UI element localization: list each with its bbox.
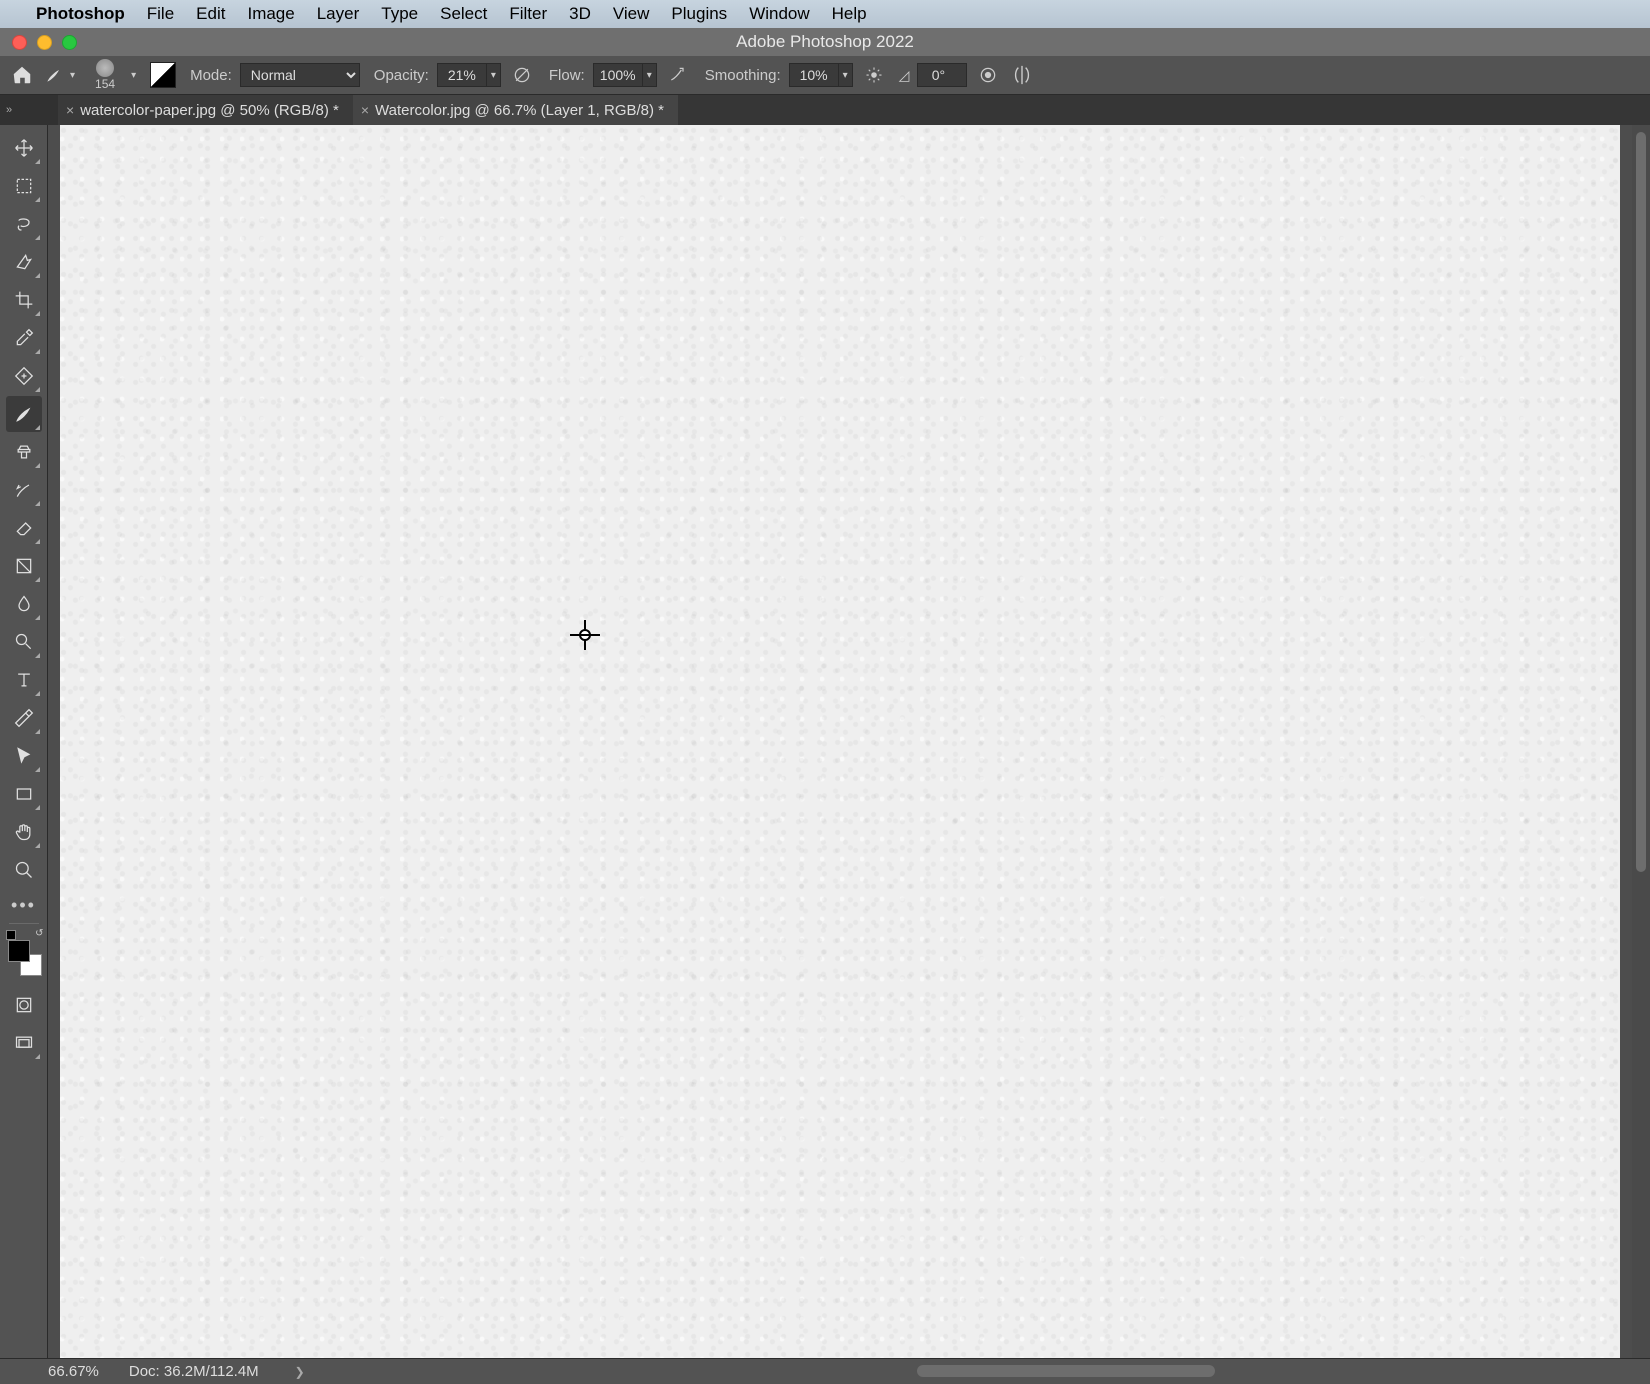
menu-image[interactable]: Image: [247, 4, 294, 24]
brush-settings-toggle[interactable]: [150, 62, 176, 88]
menu-window[interactable]: Window: [749, 4, 809, 24]
close-icon[interactable]: ×: [66, 102, 74, 118]
brush-preset-picker[interactable]: 154: [95, 59, 115, 91]
default-colors-icon[interactable]: [6, 930, 16, 940]
gradient-tool[interactable]: [6, 548, 42, 584]
opacity-field[interactable]: ▾: [437, 63, 501, 87]
smoothing-field[interactable]: ▾: [789, 63, 853, 87]
document-canvas[interactable]: [60, 125, 1620, 1358]
flow-field[interactable]: ▾: [593, 63, 657, 87]
brush-tool[interactable]: [6, 396, 42, 432]
opacity-label: Opacity:: [374, 67, 429, 84]
document-tab[interactable]: × Watercolor.jpg @ 66.7% (Layer 1, RGB/8…: [353, 95, 678, 125]
tools-panel: ••• ↺: [0, 125, 48, 1358]
zoom-level[interactable]: 66.67%: [48, 1363, 99, 1380]
history-brush-tool[interactable]: [6, 472, 42, 508]
chevron-down-icon: ▾: [70, 70, 75, 81]
type-tool[interactable]: [6, 662, 42, 698]
window-titlebar: Adobe Photoshop 2022: [0, 28, 1650, 56]
brush-size-value: 154: [95, 77, 115, 91]
menu-layer[interactable]: Layer: [317, 4, 360, 24]
eyedropper-tool[interactable]: [6, 320, 42, 356]
chevron-down-icon[interactable]: ▾: [131, 70, 136, 81]
smoothing-options-button[interactable]: [861, 62, 887, 88]
options-bar: ▾ 154 ▾ Mode: Normal Opacity: ▾ Flow: ▾ …: [0, 56, 1650, 95]
mode-label: Mode:: [190, 67, 232, 84]
panel-expand-toggle[interactable]: »: [0, 95, 18, 125]
quick-selection-tool[interactable]: [6, 244, 42, 280]
screen-mode-button[interactable]: [6, 1025, 42, 1061]
opacity-input[interactable]: [438, 67, 486, 83]
menu-select[interactable]: Select: [440, 4, 487, 24]
menu-type[interactable]: Type: [381, 4, 418, 24]
crop-tool[interactable]: [6, 282, 42, 318]
menu-edit[interactable]: Edit: [196, 4, 225, 24]
zoom-tool[interactable]: [6, 852, 42, 888]
blur-tool[interactable]: [6, 586, 42, 622]
edit-toolbar-button[interactable]: •••: [11, 891, 36, 919]
menu-plugins[interactable]: Plugins: [671, 4, 727, 24]
app-menu[interactable]: Photoshop: [36, 4, 125, 24]
blend-mode-select[interactable]: Normal: [240, 63, 360, 87]
brush-preview-icon: [96, 59, 114, 77]
smoothing-label: Smoothing:: [705, 67, 781, 84]
menu-3d[interactable]: 3D: [569, 4, 591, 24]
chevron-down-icon[interactable]: ▾: [838, 64, 852, 86]
document-tab-bar: » × watercolor-paper.jpg @ 50% (RGB/8) *…: [0, 95, 1650, 125]
move-tool[interactable]: [6, 130, 42, 166]
pressure-opacity-toggle[interactable]: [509, 62, 535, 88]
pen-tool[interactable]: [6, 700, 42, 736]
smoothing-input[interactable]: [790, 67, 838, 83]
color-swatches[interactable]: ↺: [6, 934, 42, 970]
hand-tool[interactable]: [6, 814, 42, 850]
tab-label: watercolor-paper.jpg @ 50% (RGB/8) *: [80, 102, 339, 119]
eraser-tool[interactable]: [6, 510, 42, 546]
chevron-down-icon[interactable]: ▾: [642, 64, 656, 86]
horizontal-scrollbar[interactable]: [440, 1358, 1632, 1384]
rectangular-marquee-tool[interactable]: [6, 168, 42, 204]
window-close-button[interactable]: [12, 35, 27, 50]
symmetry-button[interactable]: [1009, 62, 1035, 88]
spot-healing-brush-tool[interactable]: [6, 358, 42, 394]
home-button[interactable]: [8, 61, 36, 89]
rectangle-tool[interactable]: [6, 776, 42, 812]
clone-stamp-tool[interactable]: [6, 434, 42, 470]
status-bar: 66.67% Doc: 36.2M/112.4M ❯: [0, 1358, 1650, 1384]
menu-filter[interactable]: Filter: [509, 4, 547, 24]
menu-help[interactable]: Help: [832, 4, 867, 24]
document-info[interactable]: Doc: 36.2M/112.4M: [129, 1363, 259, 1380]
close-icon[interactable]: ×: [361, 102, 369, 118]
flow-input[interactable]: [594, 67, 642, 83]
status-menu-chevron[interactable]: ❯: [295, 1365, 305, 1379]
airbrush-toggle[interactable]: [665, 62, 691, 88]
menu-file[interactable]: File: [147, 4, 174, 24]
vertical-scrollbar[interactable]: [1632, 125, 1650, 1358]
menu-view[interactable]: View: [613, 4, 650, 24]
window-title: Adobe Photoshop 2022: [736, 32, 914, 52]
pressure-size-toggle[interactable]: [975, 62, 1001, 88]
quick-mask-toggle[interactable]: [6, 987, 42, 1023]
window-zoom-button[interactable]: [62, 35, 77, 50]
window-minimize-button[interactable]: [37, 35, 52, 50]
document-tab[interactable]: × watercolor-paper.jpg @ 50% (RGB/8) *: [58, 95, 353, 125]
color-sampler-icon: [570, 620, 600, 650]
flow-label: Flow:: [549, 67, 585, 84]
brush-angle-input[interactable]: [918, 67, 958, 83]
lasso-tool[interactable]: [6, 206, 42, 242]
dodge-tool[interactable]: [6, 624, 42, 660]
path-selection-tool[interactable]: [6, 738, 42, 774]
canvas-area: [48, 125, 1632, 1358]
tool-preset-picker[interactable]: ▾: [44, 65, 79, 85]
tab-label: Watercolor.jpg @ 66.7% (Layer 1, RGB/8) …: [375, 102, 664, 119]
angle-icon: ◿: [899, 67, 910, 84]
chevron-down-icon[interactable]: ▾: [486, 64, 500, 86]
brush-angle-field[interactable]: [917, 63, 967, 87]
swap-colors-icon[interactable]: ↺: [35, 928, 43, 939]
macos-menubar: Photoshop File Edit Image Layer Type Sel…: [0, 0, 1650, 28]
foreground-color[interactable]: [8, 940, 30, 962]
